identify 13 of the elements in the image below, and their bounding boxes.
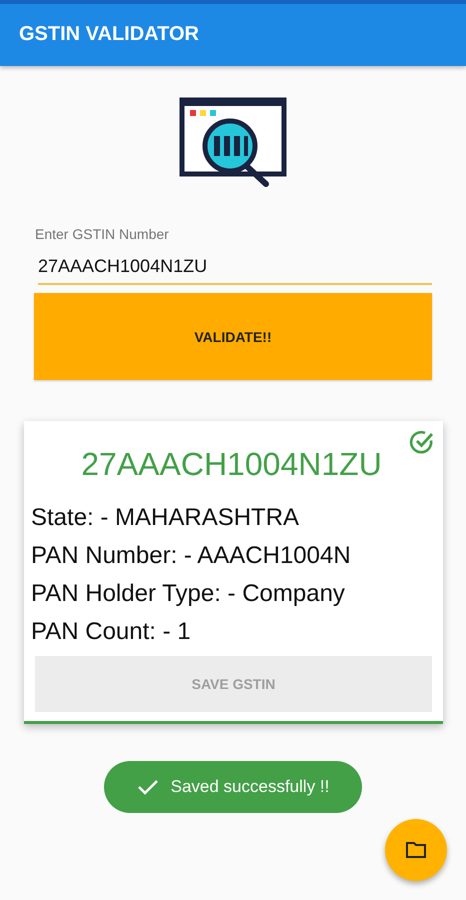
validate-button[interactable]: VALIDATE!!	[34, 293, 432, 380]
folder-icon	[405, 841, 427, 859]
detail-line: PAN Holder Type: - Company	[31, 579, 346, 609]
detail-line: State: - MAHARASHTRA	[31, 503, 300, 533]
field-label: Enter GSTIN Number	[35, 226, 170, 242]
success-toast: Saved successfully !!	[104, 761, 362, 813]
gstin-result: 27AAACH1004N1ZU	[80, 445, 383, 484]
detail-line: PAN Number: - AAACH1004N	[31, 541, 352, 571]
folder-button[interactable]	[385, 819, 447, 881]
detail-line: PAN Count: - 1	[31, 617, 192, 647]
check-icon	[136, 778, 159, 796]
app-title: GSTIN VALIDATOR	[19, 23, 199, 46]
gstin-input[interactable]: 27AAACH1004N1ZU	[38, 252, 432, 285]
